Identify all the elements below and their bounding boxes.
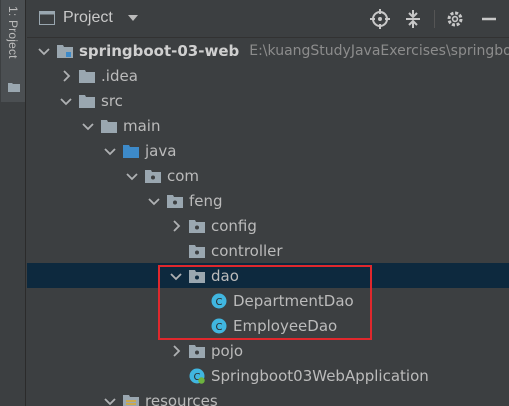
project-tool-tab[interactable]: 1: Project (1, 0, 25, 102)
source-folder-icon (123, 144, 139, 158)
tree-node-label: springboot-03-web (79, 41, 240, 60)
tree-node-src[interactable]: src (27, 88, 509, 113)
chevron-right-icon[interactable] (59, 69, 73, 83)
package-icon (145, 169, 161, 183)
tree-node-application[interactable]: C Springboot03WebApplication (27, 363, 509, 388)
package-icon (189, 344, 205, 358)
project-view-icon (39, 11, 55, 25)
tree-node-employeedao[interactable]: C EmployeeDao (27, 313, 509, 338)
package-icon (167, 194, 183, 208)
project-toolbar: Project (27, 0, 509, 38)
package-icon (189, 219, 205, 233)
locate-icon[interactable] (370, 9, 390, 29)
tree-node-label: config (211, 216, 257, 235)
chevron-down-icon[interactable] (169, 269, 183, 283)
tree-node-root[interactable]: springboot-03-web E:\kuangStudyJavaExerc… (27, 38, 509, 63)
tree-node-label: feng (189, 191, 223, 210)
project-view-title[interactable]: Project (63, 9, 113, 27)
tree-node-com[interactable]: com (27, 163, 509, 188)
tree-node-pojo[interactable]: pojo (27, 338, 509, 363)
toolbar-separator (434, 10, 435, 28)
tree-node-label: java (145, 141, 177, 160)
tree-node-departmentdao[interactable]: C DepartmentDao (27, 288, 509, 313)
folder-icon (79, 94, 95, 108)
hide-icon[interactable] (479, 9, 499, 29)
class-icon: C (211, 293, 227, 308)
chevron-down-icon[interactable] (37, 44, 51, 58)
svg-text:C: C (216, 322, 223, 333)
tree-node-java[interactable]: java (27, 138, 509, 163)
chevron-right-icon[interactable] (169, 219, 183, 233)
tool-window-strip: 1: Project (0, 0, 26, 406)
svg-text:C: C (216, 297, 223, 308)
project-tool-tab-label: 1: Project (6, 6, 20, 59)
tree-node-label: DepartmentDao (233, 291, 354, 310)
collapse-icon[interactable] (403, 9, 423, 29)
tree-node-label: controller (211, 241, 283, 260)
tree-node-label: .idea (101, 66, 138, 85)
folder-icon (101, 119, 117, 133)
chevron-right-icon[interactable] (169, 344, 183, 358)
tree-node-label: pojo (211, 341, 244, 360)
settings-icon[interactable] (445, 9, 465, 29)
tree-node-feng[interactable]: feng (27, 188, 509, 213)
chevron-down-icon[interactable] (127, 14, 139, 22)
chevron-down-icon[interactable] (103, 394, 117, 406)
chevron-down-icon[interactable] (81, 119, 95, 133)
folder-icon (79, 69, 95, 83)
project-tree: springboot-03-web E:\kuangStudyJavaExerc… (27, 38, 509, 406)
tree-node-resources[interactable]: resources (27, 388, 509, 406)
chevron-down-icon[interactable] (103, 144, 117, 158)
tree-node-config[interactable]: config (27, 213, 509, 238)
package-icon (189, 269, 205, 283)
tree-node-main[interactable]: main (27, 113, 509, 138)
chevron-down-icon[interactable] (147, 194, 161, 208)
tree-node-label: resources (145, 391, 218, 406)
resources-folder-icon (123, 394, 139, 406)
tree-node-idea[interactable]: .idea (27, 63, 509, 88)
tree-node-label: main (123, 116, 161, 135)
folder-icon (8, 83, 20, 92)
tree-node-label: Springboot03WebApplication (211, 366, 429, 385)
spring-boot-class-icon: C (189, 368, 205, 384)
module-path: E:\kuangStudyJavaExercises\springbo (249, 42, 509, 59)
class-icon: C (211, 318, 227, 333)
tree-node-label: com (167, 166, 200, 185)
chevron-down-icon[interactable] (125, 169, 139, 183)
tree-node-label: EmployeeDao (233, 316, 338, 335)
tree-node-label: dao (211, 266, 239, 285)
tree-node-controller[interactable]: controller (27, 238, 509, 263)
tree-node-label: src (101, 91, 123, 110)
tree-node-dao[interactable]: dao (27, 263, 509, 288)
chevron-down-icon[interactable] (59, 94, 73, 108)
module-folder-icon (57, 44, 73, 58)
package-icon (189, 244, 205, 258)
